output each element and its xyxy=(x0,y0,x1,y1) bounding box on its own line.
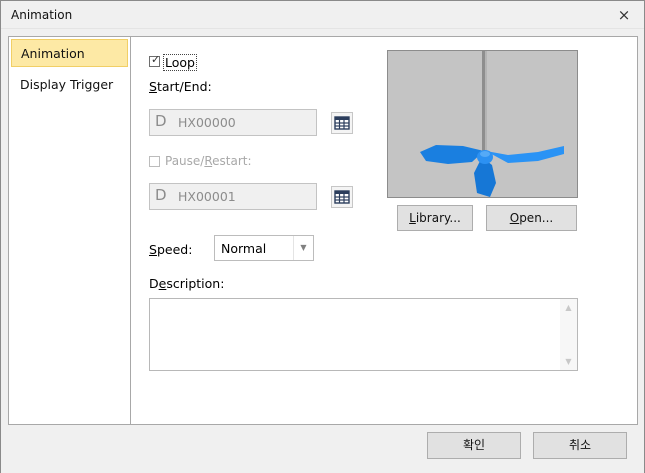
speed-label: Speed: xyxy=(149,242,193,257)
loop-checkbox[interactable]: ✓ Loop xyxy=(149,53,229,71)
pause-restart-checkbox-box[interactable] xyxy=(149,156,160,167)
pause-restart-browse-button[interactable] xyxy=(331,186,353,208)
category-sidebar: Animation Display Trigger xyxy=(8,36,131,425)
loop-label: Loop xyxy=(163,54,197,71)
check-icon: ✓ xyxy=(151,53,161,66)
scroll-up-icon[interactable]: ▲ xyxy=(560,303,577,312)
title-bar: Animation × xyxy=(1,1,644,29)
sidebar-item-animation[interactable]: Animation xyxy=(11,39,128,67)
dialog-footer: 확인 취소 xyxy=(1,425,644,473)
pause-restart-label: Pause/Restart: xyxy=(165,154,252,168)
description-scrollbar[interactable]: ▲ ▼ xyxy=(560,299,577,370)
sidebar-item-label: Animation xyxy=(21,46,85,61)
speed-select[interactable]: Normal ▼ xyxy=(214,235,314,261)
pause-restart-value: HX00001 xyxy=(178,189,236,204)
start-end-device-field[interactable]: D HX00000 xyxy=(149,109,317,136)
loop-checkbox-box[interactable]: ✓ xyxy=(149,53,161,67)
animation-dialog: Animation × Animation Display Trigger ✓ … xyxy=(0,0,645,473)
device-type-prefix: D xyxy=(155,112,167,130)
sidebar-item-display-trigger[interactable]: Display Trigger xyxy=(11,71,128,99)
library-button[interactable]: Library... xyxy=(397,205,473,231)
window-title: Animation xyxy=(11,8,73,22)
cancel-button[interactable]: 취소 xyxy=(533,432,627,459)
start-end-label: Start/End: xyxy=(149,79,212,94)
speed-value: Normal xyxy=(221,241,267,256)
ok-button[interactable]: 확인 xyxy=(427,432,521,459)
scroll-down-icon[interactable]: ▼ xyxy=(560,357,577,366)
pause-restart-device-field[interactable]: D HX00001 xyxy=(149,183,317,210)
sidebar-item-label: Display Trigger xyxy=(20,77,114,92)
description-label: Description: xyxy=(149,276,225,291)
device-type-prefix: D xyxy=(155,186,167,204)
open-button[interactable]: Open... xyxy=(486,205,577,231)
start-end-browse-button[interactable] xyxy=(331,112,353,134)
start-end-value: HX00000 xyxy=(178,115,236,130)
animation-settings-panel: ✓ Loop Start/End: D HX00000 Pause/Restar… xyxy=(131,36,638,425)
close-button[interactable]: × xyxy=(604,1,644,29)
description-textarea[interactable]: ▲ ▼ xyxy=(149,298,578,371)
pause-restart-checkbox[interactable]: Pause/Restart: xyxy=(149,154,279,170)
propeller-image xyxy=(420,51,564,197)
animation-preview xyxy=(387,50,578,198)
chevron-down-icon[interactable]: ▼ xyxy=(293,236,313,260)
grid-icon xyxy=(334,116,350,130)
grid-icon xyxy=(334,190,350,204)
